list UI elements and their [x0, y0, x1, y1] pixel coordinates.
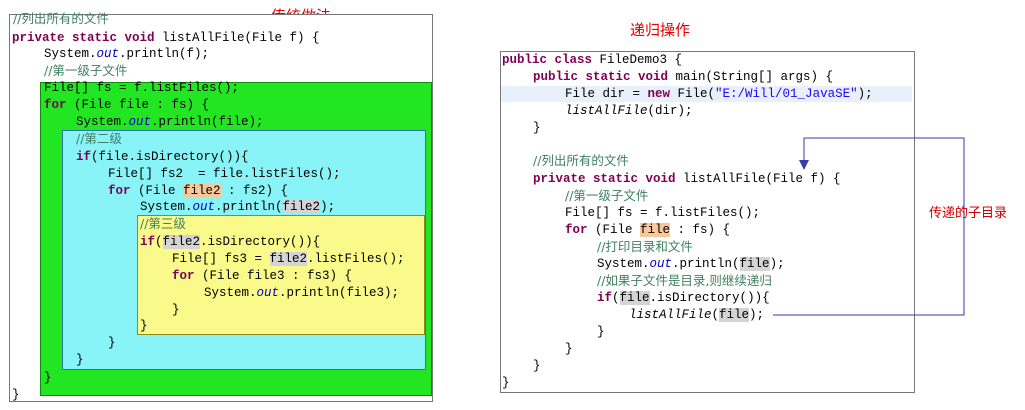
- arrow-head-icon: [799, 160, 809, 170]
- recursion-arrow: [773, 137, 965, 316]
- passed-subdirectory-label: 传递的子目录: [929, 206, 1008, 221]
